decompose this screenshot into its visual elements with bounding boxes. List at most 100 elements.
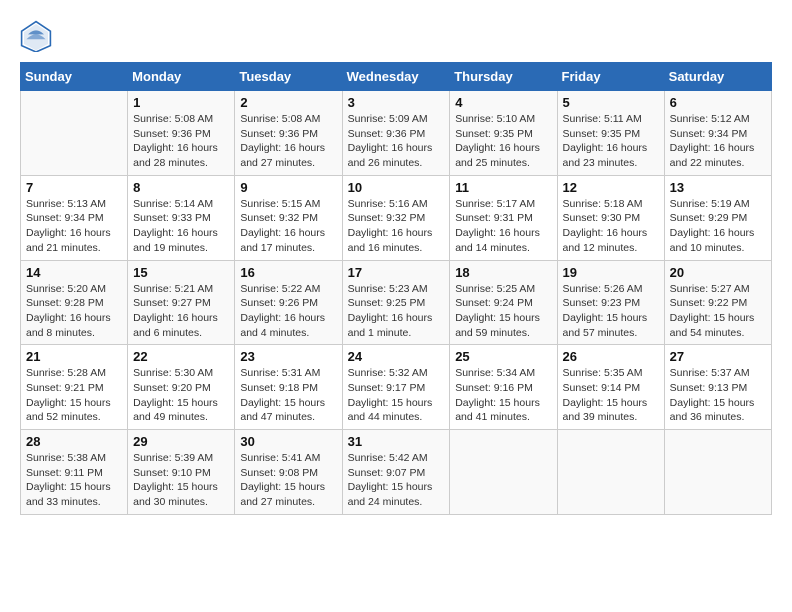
weekday-header-tuesday: Tuesday [235,63,342,91]
day-info: Sunrise: 5:12 AM Sunset: 9:34 PM Dayligh… [670,112,766,171]
day-info: Sunrise: 5:16 AM Sunset: 9:32 PM Dayligh… [348,197,445,256]
day-info: Sunrise: 5:42 AM Sunset: 9:07 PM Dayligh… [348,451,445,510]
calendar-cell: 11 Sunrise: 5:17 AM Sunset: 9:31 PM Dayli… [450,175,557,260]
day-info: Sunrise: 5:21 AM Sunset: 9:27 PM Dayligh… [133,282,229,341]
day-info: Sunrise: 5:30 AM Sunset: 9:20 PM Dayligh… [133,366,229,425]
day-info: Sunrise: 5:26 AM Sunset: 9:23 PM Dayligh… [563,282,659,341]
day-number: 24 [348,349,445,364]
calendar-cell: 30 Sunrise: 5:41 AM Sunset: 9:08 PM Dayli… [235,430,342,515]
calendar-cell: 6 Sunrise: 5:12 AM Sunset: 9:34 PM Daylig… [664,91,771,176]
day-number: 4 [455,95,551,110]
day-info: Sunrise: 5:32 AM Sunset: 9:17 PM Dayligh… [348,366,445,425]
calendar-cell: 1 Sunrise: 5:08 AM Sunset: 9:36 PM Daylig… [128,91,235,176]
calendar-cell: 8Sunrise: 5:14 AM Sunset: 9:33 PM Daylig… [128,175,235,260]
week-row-1: 1 Sunrise: 5:08 AM Sunset: 9:36 PM Daylig… [21,91,772,176]
calendar-cell: 19 Sunrise: 5:26 AM Sunset: 9:23 PM Dayli… [557,260,664,345]
calendar-cell: 14 Sunrise: 5:20 AM Sunset: 9:28 PM Dayli… [21,260,128,345]
day-info: Sunrise: 5:37 AM Sunset: 9:13 PM Dayligh… [670,366,766,425]
calendar-cell: 31 Sunrise: 5:42 AM Sunset: 9:07 PM Dayli… [342,430,450,515]
day-number: 17 [348,265,445,280]
calendar-table: SundayMondayTuesdayWednesdayThursdayFrid… [20,62,772,515]
day-number: 6 [670,95,766,110]
day-number: 1 [133,95,229,110]
day-number: 31 [348,434,445,449]
week-row-5: 28 Sunrise: 5:38 AM Sunset: 9:11 PM Dayli… [21,430,772,515]
general-blue-logo-icon [20,20,52,52]
day-number: 7 [26,180,122,195]
day-number: 12 [563,180,659,195]
calendar-cell: 15Sunrise: 5:21 AM Sunset: 9:27 PM Dayli… [128,260,235,345]
weekday-header-thursday: Thursday [450,63,557,91]
day-info: Sunrise: 5:23 AM Sunset: 9:25 PM Dayligh… [348,282,445,341]
day-info: Sunrise: 5:39 AM Sunset: 9:10 PM Dayligh… [133,451,229,510]
calendar-cell: 13 Sunrise: 5:19 AM Sunset: 9:29 PM Dayli… [664,175,771,260]
weekday-header-row: SundayMondayTuesdayWednesdayThursdayFrid… [21,63,772,91]
day-info: Sunrise: 5:22 AM Sunset: 9:26 PM Dayligh… [240,282,336,341]
calendar-cell: 28 Sunrise: 5:38 AM Sunset: 9:11 PM Dayli… [21,430,128,515]
weekday-header-saturday: Saturday [664,63,771,91]
day-info: Sunrise: 5:41 AM Sunset: 9:08 PM Dayligh… [240,451,336,510]
day-number: 23 [240,349,336,364]
day-number: 27 [670,349,766,364]
day-number: 14 [26,265,122,280]
day-number: 2 [240,95,336,110]
day-number: 13 [670,180,766,195]
day-number: 26 [563,349,659,364]
day-number: 3 [348,95,445,110]
logo [20,20,56,52]
day-info: Sunrise: 5:10 AM Sunset: 9:35 PM Dayligh… [455,112,551,171]
weekday-header-sunday: Sunday [21,63,128,91]
day-info: Sunrise: 5:38 AM Sunset: 9:11 PM Dayligh… [26,451,122,510]
calendar-cell: 3 Sunrise: 5:09 AM Sunset: 9:36 PM Daylig… [342,91,450,176]
day-number: 28 [26,434,122,449]
day-number: 22 [133,349,229,364]
calendar-cell [21,91,128,176]
day-info: Sunrise: 5:18 AM Sunset: 9:30 PM Dayligh… [563,197,659,256]
calendar-cell: 7Sunrise: 5:13 AM Sunset: 9:34 PM Daylig… [21,175,128,260]
week-row-4: 21 Sunrise: 5:28 AM Sunset: 9:21 PM Dayli… [21,345,772,430]
day-info: Sunrise: 5:27 AM Sunset: 9:22 PM Dayligh… [670,282,766,341]
day-number: 10 [348,180,445,195]
day-info: Sunrise: 5:35 AM Sunset: 9:14 PM Dayligh… [563,366,659,425]
calendar-cell: 16 Sunrise: 5:22 AM Sunset: 9:26 PM Dayli… [235,260,342,345]
day-number: 8 [133,180,229,195]
calendar-cell: 26 Sunrise: 5:35 AM Sunset: 9:14 PM Dayli… [557,345,664,430]
calendar-cell: 23Sunrise: 5:31 AM Sunset: 9:18 PM Dayli… [235,345,342,430]
day-number: 16 [240,265,336,280]
day-info: Sunrise: 5:20 AM Sunset: 9:28 PM Dayligh… [26,282,122,341]
calendar-cell: 17 Sunrise: 5:23 AM Sunset: 9:25 PM Dayli… [342,260,450,345]
calendar-cell: 22 Sunrise: 5:30 AM Sunset: 9:20 PM Dayli… [128,345,235,430]
day-number: 29 [133,434,229,449]
calendar-cell [664,430,771,515]
week-row-3: 14 Sunrise: 5:20 AM Sunset: 9:28 PM Dayli… [21,260,772,345]
day-info: Sunrise: 5:09 AM Sunset: 9:36 PM Dayligh… [348,112,445,171]
calendar-cell: 10 Sunrise: 5:16 AM Sunset: 9:32 PM Dayli… [342,175,450,260]
day-number: 19 [563,265,659,280]
day-info: Sunrise: 5:11 AM Sunset: 9:35 PM Dayligh… [563,112,659,171]
calendar-cell: 25Sunrise: 5:34 AM Sunset: 9:16 PM Dayli… [450,345,557,430]
day-number: 30 [240,434,336,449]
calendar-cell: 9Sunrise: 5:15 AM Sunset: 9:32 PM Daylig… [235,175,342,260]
calendar-cell: 12 Sunrise: 5:18 AM Sunset: 9:30 PM Dayli… [557,175,664,260]
day-info: Sunrise: 5:17 AM Sunset: 9:31 PM Dayligh… [455,197,551,256]
calendar-cell: 2 Sunrise: 5:08 AM Sunset: 9:36 PM Daylig… [235,91,342,176]
day-number: 18 [455,265,551,280]
week-row-2: 7Sunrise: 5:13 AM Sunset: 9:34 PM Daylig… [21,175,772,260]
calendar-cell [450,430,557,515]
day-info: Sunrise: 5:19 AM Sunset: 9:29 PM Dayligh… [670,197,766,256]
calendar-cell: 24 Sunrise: 5:32 AM Sunset: 9:17 PM Dayli… [342,345,450,430]
weekday-header-friday: Friday [557,63,664,91]
weekday-header-wednesday: Wednesday [342,63,450,91]
calendar-cell: 27 Sunrise: 5:37 AM Sunset: 9:13 PM Dayli… [664,345,771,430]
calendar-cell: 5Sunrise: 5:11 AM Sunset: 9:35 PM Daylig… [557,91,664,176]
calendar-cell: 18Sunrise: 5:25 AM Sunset: 9:24 PM Dayli… [450,260,557,345]
calendar-cell: 20Sunrise: 5:27 AM Sunset: 9:22 PM Dayli… [664,260,771,345]
day-info: Sunrise: 5:28 AM Sunset: 9:21 PM Dayligh… [26,366,122,425]
day-number: 11 [455,180,551,195]
day-info: Sunrise: 5:08 AM Sunset: 9:36 PM Dayligh… [240,112,336,171]
calendar-cell [557,430,664,515]
weekday-header-monday: Monday [128,63,235,91]
day-info: Sunrise: 5:08 AM Sunset: 9:36 PM Dayligh… [133,112,229,171]
day-number: 21 [26,349,122,364]
calendar-cell: 4 Sunrise: 5:10 AM Sunset: 9:35 PM Daylig… [450,91,557,176]
